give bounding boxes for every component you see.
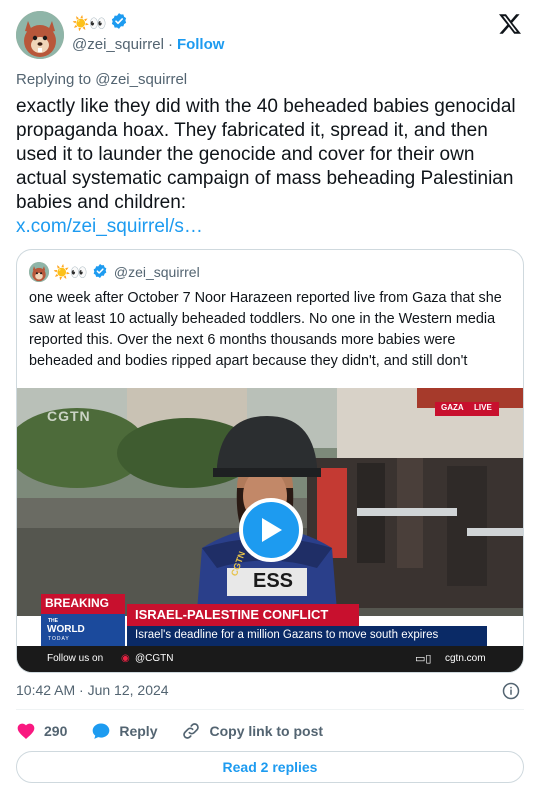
tweet-link[interactable]: x.com/zei_squirrel/s… <box>16 215 526 239</box>
reply-button[interactable]: Reply <box>91 721 157 741</box>
author-avatar[interactable] <box>16 11 64 59</box>
weibo-icon: ◉ <box>121 653 130 664</box>
tweet-body: exactly like they did with the 40 behead… <box>16 95 526 239</box>
read-replies-button[interactable]: Read 2 replies <box>16 751 524 783</box>
quoted-verified-badge-icon <box>92 263 108 282</box>
quoted-author-handle: @zei_squirrel <box>113 264 200 280</box>
press-vest-text: ESS <box>253 570 294 592</box>
show-name-bottom: TODAY <box>48 636 70 642</box>
post-timestamp[interactable]: 10:42 AM · Jun 12, 2024 <box>16 682 169 698</box>
author-display-name[interactable]: ☀️👀 <box>72 13 128 33</box>
channel-logo: CGTN <box>47 408 91 424</box>
website-text: cgtn.com <box>445 653 486 664</box>
video-player[interactable]: CGTN GAZA LIVE ESS CGTN BREAKING THE WOR… <box>17 388 523 672</box>
tweet-text: exactly like they did with the 40 behead… <box>16 96 516 213</box>
x-logo-icon[interactable] <box>498 12 524 38</box>
link-icon <box>183 723 200 739</box>
like-button[interactable]: 290 <box>16 721 67 741</box>
subheadline: Israel's deadline for a million Gazans t… <box>135 629 439 641</box>
live-tag: LIVE <box>474 403 492 412</box>
author-handle[interactable]: @zei_squirrel <box>72 36 164 53</box>
location-tag: GAZA <box>441 403 464 412</box>
breaking-label: BREAKING <box>45 596 110 610</box>
follow-us-text: Follow us on <box>47 653 104 664</box>
quoted-tweet[interactable]: ☀️👀 @zei_squirrel one week after October… <box>16 249 524 673</box>
follow-button[interactable]: Follow <box>177 36 225 53</box>
copy-link-label: Copy link to post <box>209 723 324 739</box>
play-icon <box>262 518 282 542</box>
info-icon[interactable] <box>502 682 520 700</box>
quoted-display-name-emoji: ☀️👀 <box>53 264 88 280</box>
dot-separator: · <box>167 36 173 53</box>
quoted-author-row: ☀️👀 @zei_squirrel <box>53 262 200 282</box>
social-handle: @CGTN <box>135 653 174 664</box>
display-name-emoji: ☀️👀 <box>72 15 107 31</box>
verified-badge-icon <box>110 12 128 34</box>
quoted-author-avatar <box>29 262 49 282</box>
headline: ISRAEL-PALESTINE CONFLICT <box>135 607 329 622</box>
replying-to: Replying to @zei_squirrel <box>16 71 188 88</box>
author-handle-row: @zei_squirrel · Follow <box>72 36 224 53</box>
action-bar: 290 Reply Copy link to post <box>16 720 323 742</box>
reply-label: Reply <box>119 723 158 739</box>
heart-icon <box>17 723 35 739</box>
copy-link-button[interactable]: Copy link to post <box>181 721 323 741</box>
show-name: WORLD <box>47 624 85 635</box>
like-count: 290 <box>44 723 68 739</box>
quoted-tweet-text: one week after October 7 Noor Harazeen r… <box>29 290 502 369</box>
reply-bubble-icon <box>93 723 110 739</box>
play-button[interactable] <box>239 498 303 562</box>
device-icon: ▭▯ <box>415 653 432 665</box>
divider <box>16 709 524 710</box>
